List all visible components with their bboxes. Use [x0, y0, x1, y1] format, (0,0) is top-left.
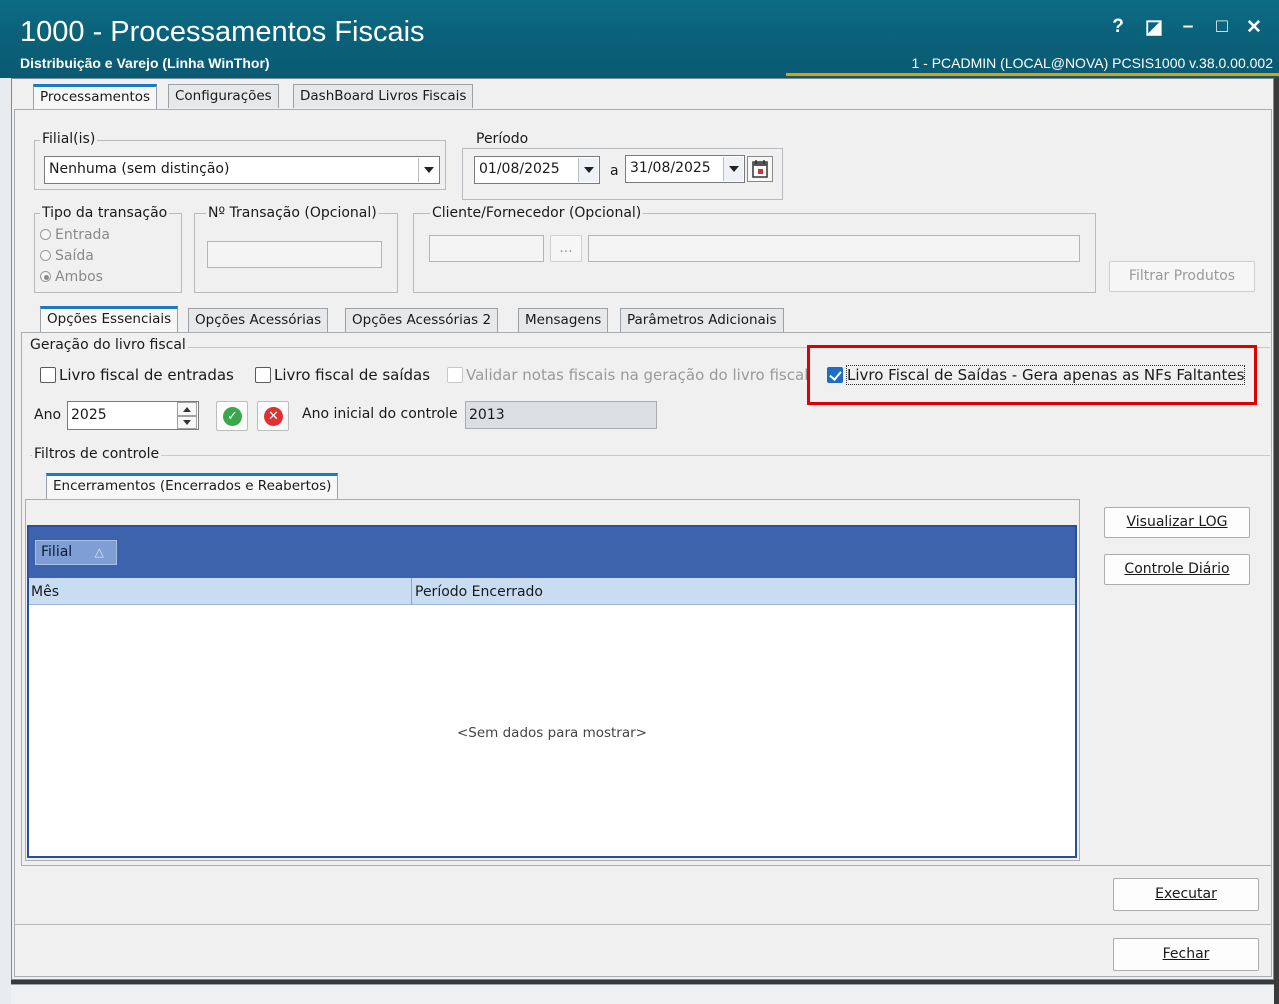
checkbox[interactable] — [40, 367, 56, 383]
chk-livro-entradas[interactable]: Livro fiscal de entradas — [40, 366, 234, 384]
background-window-strip — [0, 78, 11, 1004]
tab-mensagens[interactable]: Mensagens — [518, 308, 609, 332]
title-bar: 1000 - Processamentos Fiscais Distribuiç… — [0, 0, 1279, 78]
periodo-end-value: 31/08/2025 — [630, 160, 711, 176]
cliente-browse-button[interactable]: ... — [550, 235, 582, 262]
close-icon: ✕ — [264, 407, 283, 426]
tipo-transacao-label: Tipo da transação — [40, 205, 170, 221]
grid-column-mes[interactable]: Mês — [31, 584, 59, 600]
radio-circle[interactable] — [40, 229, 51, 240]
controle-diario-button[interactable]: Controle Diário — [1104, 554, 1250, 585]
filial-select[interactable]: Nenhuma (sem distinção) — [44, 156, 440, 184]
periodo-separator: a — [610, 163, 619, 179]
periodo-start-value: 01/08/2025 — [479, 161, 560, 177]
grid-column-periodo-encerrado[interactable]: Período Encerrado — [415, 584, 543, 600]
num-transacao-label: Nº Transação (Opcional) — [206, 205, 379, 221]
visualizar-log-button[interactable]: Visualizar LOG — [1104, 507, 1250, 538]
tab-opcoes-essenciais[interactable]: Opções Essenciais — [40, 306, 179, 332]
tab-configuracoes[interactable]: Configurações — [168, 84, 279, 108]
chevron-down-icon[interactable] — [418, 158, 438, 182]
ano-label: Ano — [34, 407, 62, 423]
cliente-name-input[interactable] — [588, 235, 1080, 262]
filial-value: Nenhuma (sem distinção) — [49, 161, 230, 177]
chk-livro-saidas-label: Livro fiscal de saídas — [274, 366, 431, 384]
executar-button[interactable]: Executar — [1113, 878, 1259, 911]
periodo-label: Período — [474, 131, 531, 147]
group-column-filial[interactable]: Filial △ — [35, 540, 117, 565]
chevron-down-icon[interactable] — [723, 157, 743, 181]
restore-icon[interactable]: ◪ — [1140, 16, 1168, 39]
chk-validar-notas[interactable]: Validar notas fiscais na geração do livr… — [447, 366, 808, 384]
tab-processamentos[interactable]: Processamentos — [33, 84, 158, 110]
filtrar-produtos-button[interactable]: Filtrar Produtos — [1109, 261, 1255, 292]
group-column-filial-label: Filial — [41, 544, 73, 560]
tab-encerramentos[interactable]: Encerramentos (Encerrados e Reabertos) — [46, 473, 339, 499]
close-icon[interactable]: ✕ — [1240, 16, 1268, 39]
tab-opcoes-acessorias[interactable]: Opções Acessórias — [188, 308, 329, 332]
radio-saida[interactable]: Saída — [40, 248, 94, 264]
filtros-label: Filtros de controle — [32, 446, 162, 462]
spin-down-icon[interactable] — [177, 416, 197, 429]
tab-parametros-adicionais[interactable]: Parâmetros Adicionais — [620, 308, 784, 332]
radio-circle[interactable] — [40, 250, 51, 261]
filial-label: Filial(is) — [40, 131, 98, 147]
highlight-annotation-box — [807, 345, 1257, 405]
session-info: 1 - PCADMIN (LOCAL@NOVA) PCSIS1000 v.38.… — [911, 55, 1273, 71]
tab-dashboard[interactable]: DashBoard Livros Fiscais — [293, 84, 474, 108]
spin-up-icon[interactable] — [177, 402, 197, 416]
radio-ambos[interactable]: Ambos — [40, 269, 103, 285]
geracao-label: Geração do livro fiscal — [28, 337, 188, 353]
grid-header-row — [29, 578, 1075, 605]
grid-column-separator[interactable] — [411, 578, 412, 605]
grid-group-panel — [29, 527, 1075, 578]
periodo-end-date[interactable]: 31/08/2025 — [625, 155, 745, 183]
help-icon[interactable]: ? — [1104, 16, 1132, 38]
fechar-button[interactable]: Fechar — [1113, 938, 1259, 971]
cancel-button[interactable]: ✕ — [257, 401, 289, 431]
chk-validar-notas-label: Validar notas fiscais na geração do livr… — [466, 366, 809, 384]
sort-ascending-icon[interactable]: △ — [95, 545, 104, 559]
grid-empty-message: <Sem dados para mostrar> — [456, 725, 647, 741]
radio-entrada-label: Entrada — [55, 227, 111, 243]
window-title: 1000 - Processamentos Fiscais — [20, 16, 425, 48]
filtros-divider — [30, 455, 1270, 456]
ano-inicial-label: Ano inicial do controle — [302, 406, 458, 422]
maximize-icon[interactable]: □ — [1208, 16, 1236, 38]
periodo-start-date[interactable]: 01/08/2025 — [474, 156, 600, 184]
ano-inicial-value: 2013 — [465, 401, 657, 429]
window-subtitle: Distribuição e Varejo (Linha WinThor) — [20, 55, 270, 71]
radio-circle-selected[interactable] — [40, 271, 51, 282]
cliente-code-input[interactable] — [429, 235, 544, 262]
status-bar — [11, 984, 1274, 1004]
radio-entrada[interactable]: Entrada — [40, 227, 110, 243]
confirm-button[interactable]: ✓ — [216, 401, 248, 431]
radio-ambos-label: Ambos — [55, 269, 103, 285]
tab-opcoes-acessorias-2[interactable]: Opções Acessórias 2 — [345, 308, 499, 332]
chevron-down-icon[interactable] — [578, 158, 598, 182]
radio-saida-label: Saída — [55, 248, 94, 264]
cliente-fornecedor-label: Cliente/Fornecedor (Opcional) — [430, 205, 644, 221]
check-icon: ✓ — [223, 407, 242, 426]
title-accent-line — [786, 73, 1279, 76]
num-transacao-input[interactable] — [207, 241, 382, 268]
chk-livro-saidas[interactable]: Livro fiscal de saídas — [255, 366, 430, 384]
checkbox[interactable] — [255, 367, 271, 383]
minimize-icon[interactable]: – — [1174, 16, 1202, 38]
calendar-icon[interactable] — [747, 156, 773, 182]
chk-livro-entradas-label: Livro fiscal de entradas — [59, 366, 234, 384]
footer-divider — [14, 924, 1272, 925]
checkbox[interactable] — [447, 367, 463, 383]
